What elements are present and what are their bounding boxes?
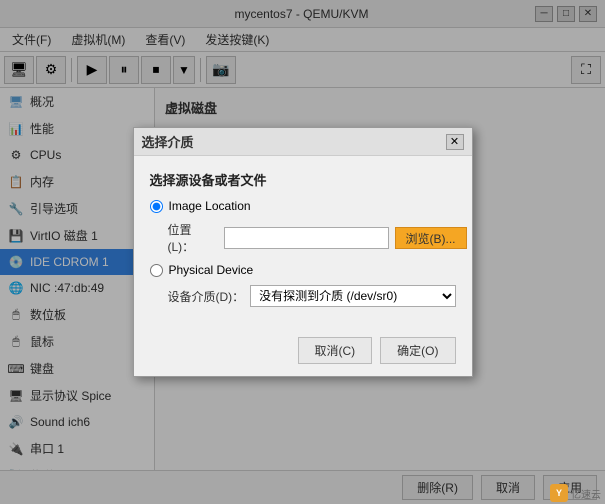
physical-device-radio[interactable] [150,264,163,277]
device-medium-label: 设备介质(D)： [168,288,245,305]
modal-ok-button[interactable]: 确定(O) [380,337,455,364]
modal-body: 选择源设备或者文件 Image Location 位置(L)： 浏览(B)...… [134,156,472,329]
physical-device-label: Physical Device [169,263,254,277]
image-location-label: Image Location [169,199,251,213]
image-location-row: Image Location [150,199,456,213]
modal-subtitle: 选择源设备或者文件 [150,170,456,189]
modal-dialog: 选择介质 ✕ 选择源设备或者文件 Image Location 位置(L)： 浏… [133,127,473,377]
location-input[interactable] [224,227,389,249]
device-medium-row: 设备介质(D)： 没有探测到介质 (/dev/sr0) [168,285,456,307]
browse-button[interactable]: 浏览(B)... [395,227,467,249]
physical-device-row: Physical Device [150,263,456,277]
watermark: Y 亿速云 [550,484,601,502]
location-label: 位置(L)： [168,221,218,255]
device-medium-select[interactable]: 没有探测到介质 (/dev/sr0) [250,285,455,307]
watermark-text: 亿速云 [571,486,601,501]
modal-footer: 取消(C) 确定(O) [134,329,472,376]
modal-close-button[interactable]: ✕ [446,134,464,150]
modal-title-bar: 选择介质 ✕ [134,128,472,156]
modal-cancel-button[interactable]: 取消(C) [298,337,373,364]
location-row: 位置(L)： 浏览(B)... [168,221,456,255]
modal-overlay: 选择介质 ✕ 选择源设备或者文件 Image Location 位置(L)： 浏… [0,0,605,504]
modal-title: 选择介质 [142,132,194,151]
watermark-icon: Y [550,484,568,502]
image-location-radio[interactable] [150,200,163,213]
